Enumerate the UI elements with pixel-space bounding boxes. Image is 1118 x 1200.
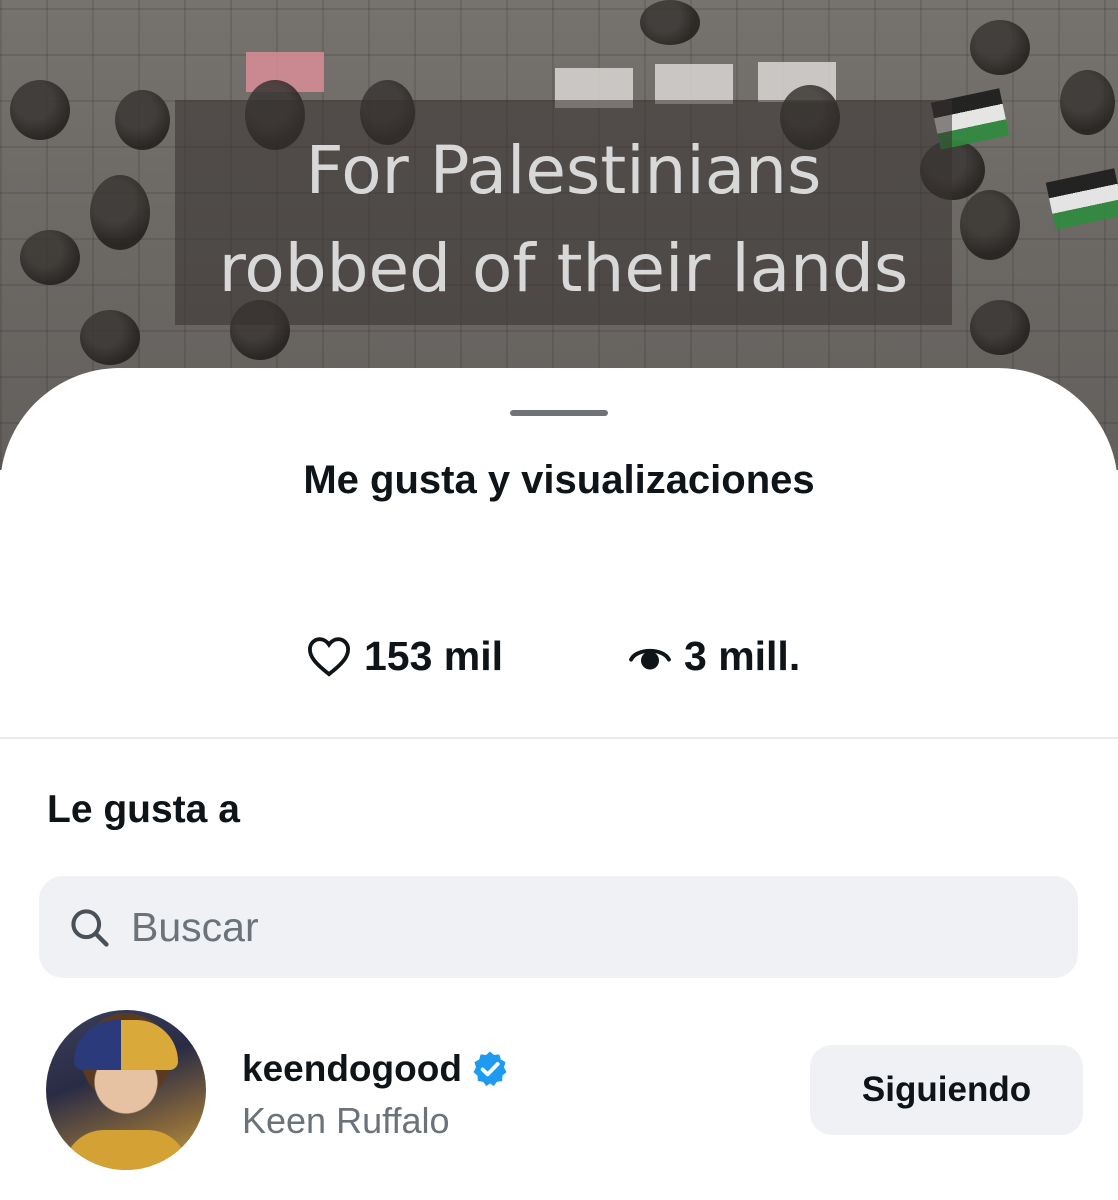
likes-count: 153 mil [364,632,504,679]
heart-outline-icon [307,637,351,677]
search-icon [71,909,109,947]
protest-figure [115,90,170,150]
verified-badge-icon [473,1051,507,1087]
protest-figure [20,230,80,285]
views-stat: 3 mill. [628,630,800,682]
protest-figure [10,80,70,140]
protest-figure [960,190,1020,260]
following-button[interactable]: Siguiendo [810,1045,1083,1135]
avatar-hat [74,1020,178,1070]
protest-figure [970,300,1030,355]
protest-figure [90,175,150,250]
palestinian-flag [1045,168,1118,230]
user-display-name: Keen Ruffalo [242,1100,450,1141]
protest-figure [640,0,700,45]
section-divider [0,737,1118,739]
protest-figure [970,20,1030,75]
sheet-drag-handle[interactable] [510,410,608,416]
liked-by-heading: Le gusta a [47,788,240,831]
user-handle-text: keendogood [242,1048,462,1089]
caption-line-2: robbed of their lands [218,230,909,307]
views-count: 3 mill. [684,632,801,679]
likes-stat: 153 mil [306,630,503,682]
search-bar[interactable] [39,876,1078,978]
user-handle[interactable]: keendogood [242,1048,510,1090]
protest-figure [80,310,140,365]
video-caption: For Palestinians robbed of their lands [175,122,952,318]
eye-icon [629,648,671,670]
avatar-collar [64,1130,188,1170]
protest-figure [1060,70,1115,135]
user-row[interactable]: keendogood Keen Ruffalo Siguiendo [0,1005,1118,1180]
caption-line-1: For Palestinians [305,132,822,209]
avatar[interactable] [46,1010,206,1170]
protest-mat [655,64,733,104]
sheet-title: Me gusta y visualizaciones [303,458,815,502]
search-input[interactable] [129,896,1033,958]
